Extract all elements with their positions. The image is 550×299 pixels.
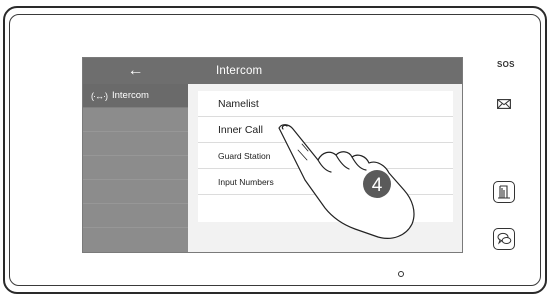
menu-list: Namelist Inner Call Guard Station Input … — [198, 91, 453, 222]
message-button[interactable] — [493, 228, 515, 250]
mail-button[interactable] — [497, 96, 511, 114]
sidebar-item-intercom[interactable]: (·↔·) Intercom — [83, 84, 188, 108]
menu-item-empty — [198, 195, 453, 221]
menu-item-input-numbers[interactable]: Input Numbers — [198, 169, 453, 195]
chat-bubble-icon — [497, 232, 511, 245]
menu-item-namelist[interactable]: Namelist — [198, 91, 453, 117]
arrow-left-icon: ← — [127, 62, 144, 79]
sidebar: (·↔·) Intercom — [83, 84, 188, 252]
unlock-button[interactable] — [493, 181, 515, 203]
sidebar-empty-row — [83, 132, 188, 156]
sidebar-empty-row — [83, 204, 188, 228]
menu-item-inner-call[interactable]: Inner Call — [198, 117, 453, 143]
sidebar-empty-row — [83, 156, 188, 180]
door-icon — [498, 185, 510, 199]
back-button[interactable]: ← — [83, 58, 188, 84]
sidebar-item-label: Intercom — [112, 90, 149, 101]
sidebar-empty-row — [83, 108, 188, 132]
intercom-icon: (·↔·) — [91, 90, 108, 101]
content-area: Namelist Inner Call Guard Station Input … — [188, 84, 462, 252]
sidebar-empty-row — [83, 180, 188, 204]
menu-item-guard-station[interactable]: Guard Station — [198, 143, 453, 169]
indicator-led — [398, 271, 404, 277]
page-title: Intercom — [216, 65, 263, 77]
screen: ← Intercom (·↔·) Intercom Namelist Inner… — [82, 57, 463, 253]
sos-button[interactable]: SOS — [497, 60, 515, 69]
top-bar: ← Intercom — [83, 58, 462, 84]
envelope-icon — [497, 99, 511, 109]
